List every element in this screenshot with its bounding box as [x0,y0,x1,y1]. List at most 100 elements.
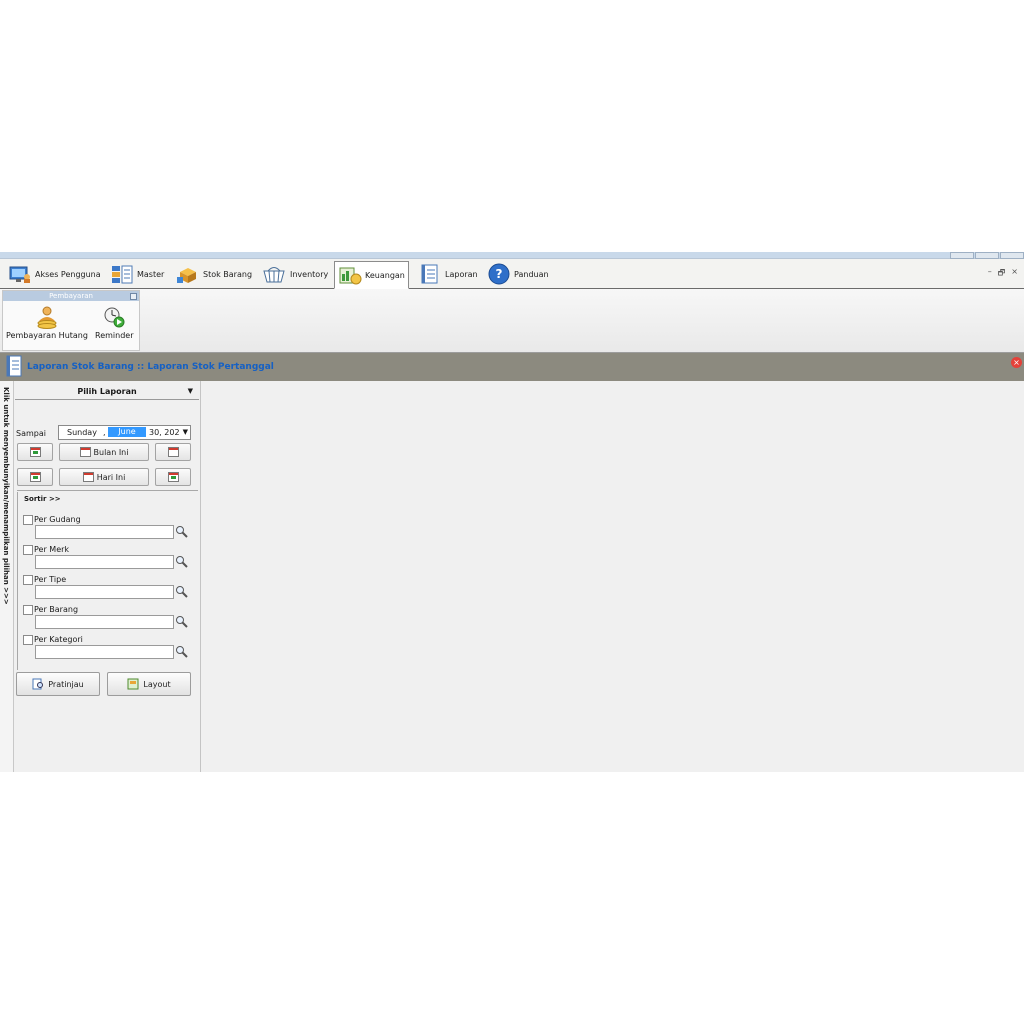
pilih-laporan-dropdown[interactable]: Pilih Laporan ▼ [15,383,199,400]
per-kategori-checkbox[interactable] [23,635,33,645]
date-picker[interactable]: Sunday , June 30, 202 ▼ [58,425,191,440]
close-button[interactable]: × [1011,267,1018,281]
date-comma: , [103,428,106,437]
calendar-prev-icon [29,447,41,457]
bulan-ini-label: Bulan Ini [93,447,129,457]
ribbon-group-header: Pembayaran [3,291,139,301]
date-dropdown-arrow-icon[interactable]: ▼ [183,428,188,436]
tab-keuangan[interactable]: Keuangan [334,261,409,289]
tab-akses-pengguna[interactable]: Akses Pengguna [5,262,104,286]
main-tab-bar: Akses Pengguna Master Stok Barang Invent… [0,259,1024,289]
finance-icon [339,267,362,285]
per-merk-checkbox[interactable] [23,545,33,555]
svg-text:?: ? [496,267,503,281]
per-barang-checkbox[interactable] [23,605,33,615]
document-title-bar: Laporan Stok Barang :: Laporan Stok Pert… [0,353,1024,381]
search-icon[interactable] [175,525,188,538]
document-content: Klik untuk menyembunyikan/menampilkan pi… [0,381,1024,772]
toggle-options-label: Klik untuk menyembunyikan/menampilkan pi… [2,387,10,605]
layout-icon [127,678,139,690]
sortir-section: Sortir >> Per Gudang Per Merk Per Tipe P… [17,492,199,670]
report-preview-area [201,381,1024,772]
title-control-mid[interactable] [975,252,999,259]
title-control-left[interactable] [950,252,974,259]
tab-inventory[interactable]: Inventory [258,262,331,286]
tab-panduan[interactable]: ? Panduan [484,262,552,286]
date-rest: 30, 202 [149,428,180,437]
sortir-title: Sortir >> [24,495,61,503]
report-document-icon [6,355,22,377]
sampai-label: Sampai [16,429,46,438]
per-gudang-input[interactable] [35,525,174,539]
per-tipe-checkbox[interactable] [23,575,33,585]
inventory-basket-icon [263,267,285,283]
hari-ini-button[interactable]: Hari Ini [59,468,149,486]
mdi-window-controls: – 🗗 × [988,267,1018,281]
monitor-user-icon [9,266,30,283]
next-month-button[interactable] [155,443,191,461]
per-merk-input[interactable] [35,555,174,569]
per-barang-label: Per Barang [34,605,79,614]
group-expand-icon[interactable] [130,293,137,300]
document-close-icon[interactable]: × [1011,357,1022,368]
tab-label: Stok Barang [203,269,253,279]
application-window: Akses Pengguna Master Stok Barang Invent… [0,252,1024,772]
pilih-laporan-label: Pilih Laporan [77,387,137,396]
tab-label: Master [137,269,165,279]
payment-person-icon [37,306,57,329]
calendar-prev-icon [29,472,41,482]
date-month-selected[interactable]: June [108,427,146,437]
per-gudang-label: Per Gudang [34,515,81,524]
toggle-options-strip[interactable]: Klik untuk menyembunyikan/menampilkan pi… [0,381,14,772]
reminder-clock-icon [104,307,125,328]
master-list-icon [112,265,133,284]
search-icon[interactable] [175,645,188,658]
layout-button[interactable]: Layout [107,672,191,696]
tab-label: Akses Pengguna [35,269,101,279]
tab-label: Inventory [290,269,329,279]
search-icon[interactable] [175,555,188,568]
dropdown-arrow-icon: ▼ [187,387,193,395]
calendar-next-icon [167,472,179,482]
options-panel: Pilih Laporan ▼ Sampai Sunday , June 30,… [14,381,201,772]
ribbon-button-label: Pembayaran Hutang [6,331,88,340]
ribbon: Pembayaran Pembayaran Hutang Reminder [0,289,1024,353]
bulan-ini-button[interactable]: Bulan Ini [59,443,149,461]
per-gudang-checkbox[interactable] [23,515,33,525]
tab-label: Keuangan [365,270,405,280]
per-kategori-label: Per Kategori [34,635,83,644]
tab-laporan[interactable]: Laporan [415,262,481,286]
boxes-icon [177,268,196,283]
layout-label: Layout [143,679,171,689]
per-tipe-input[interactable] [35,585,174,599]
section-divider [17,490,198,491]
tab-stok-barang[interactable]: Stok Barang [173,262,255,286]
per-barang-input[interactable] [35,615,174,629]
prev-day-button[interactable] [17,468,53,486]
search-icon[interactable] [175,615,188,628]
tab-label: Panduan [514,269,549,279]
pratinjau-label: Pratinjau [48,679,84,689]
ribbon-group-pembayaran: Pembayaran Pembayaran Hutang Reminder [2,290,140,351]
prev-month-button[interactable] [17,443,53,461]
per-kategori-input[interactable] [35,645,174,659]
tab-label: Laporan [445,269,478,279]
date-day: Sunday [67,428,97,437]
ribbon-group-title: Pembayaran [49,292,93,300]
pembayaran-hutang-button[interactable]: Pembayaran Hutang [6,305,88,340]
reminder-button[interactable]: Reminder [95,305,134,340]
window-top-strip [0,252,1024,259]
next-day-button[interactable] [155,468,191,486]
minimize-button[interactable]: – [988,267,992,281]
report-notebook-icon [421,264,438,284]
per-merk-label: Per Merk [34,545,70,554]
restore-button[interactable]: 🗗 [998,267,1006,281]
help-icon: ? [488,263,510,285]
hari-ini-label: Hari Ini [96,472,126,482]
calendar-icon [79,447,91,457]
calendar-icon [82,472,94,482]
search-icon[interactable] [175,585,188,598]
pratinjau-button[interactable]: Pratinjau [16,672,100,696]
tab-master[interactable]: Master [107,262,167,286]
title-control-right[interactable] [1000,252,1024,259]
